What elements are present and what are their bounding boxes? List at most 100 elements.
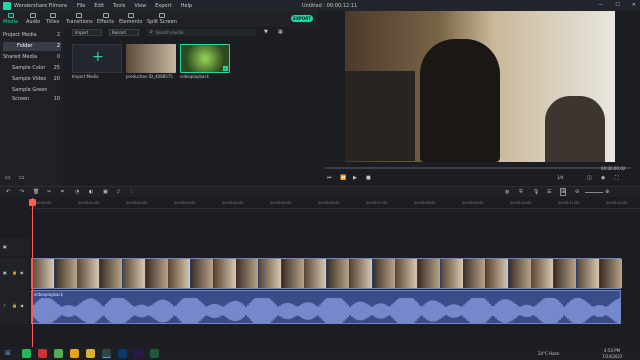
premiere-icon[interactable]	[134, 349, 143, 358]
video-frame-thumbnail	[168, 259, 191, 288]
audio-clip[interactable]: videoplayback	[31, 290, 621, 324]
fullscreen-icon[interactable]: ⛶	[615, 175, 619, 181]
snapshot-icon[interactable]: ◫	[587, 175, 592, 181]
ruler-tick-label: 00:00:07:00	[366, 201, 388, 205]
undo-icon[interactable]: ↶	[6, 189, 10, 195]
video-frame-thumbnail	[304, 259, 327, 288]
tab-titles[interactable]: Titles	[46, 13, 59, 25]
vlc-icon[interactable]	[70, 349, 79, 358]
tab-elements[interactable]: Elements	[119, 13, 142, 25]
delete-icon[interactable]: 🗑	[33, 189, 39, 195]
split-screen-icon	[158, 13, 165, 18]
record-dropdown[interactable]: Record	[109, 29, 139, 36]
split-icon[interactable]: ⫶	[131, 189, 132, 195]
cut-icon[interactable]: ✂	[47, 189, 51, 195]
maximize-icon[interactable]: ☐	[615, 2, 619, 8]
timeline-ruler[interactable]: 00:00:00:00 00:00:01:00 00:00:02:00 00:00:0…	[30, 199, 640, 209]
zoom-in-icon[interactable]: ⊕	[605, 189, 609, 195]
tab-split-screen[interactable]: Split Screen	[147, 13, 177, 25]
sidebar-item-folder[interactable]: Folder 2	[3, 42, 61, 51]
menu-item-view[interactable]: View	[134, 3, 146, 9]
video-track-icon: ▣	[3, 270, 7, 275]
video-frame-thumbnail	[236, 259, 259, 288]
tab-audio[interactable]: Audio	[26, 13, 40, 25]
minimize-icon[interactable]: —	[598, 2, 603, 8]
preview-scrubber[interactable]	[325, 167, 631, 169]
sidebar-item-project-media[interactable]: Project Media 2	[3, 31, 61, 40]
folder-icon[interactable]: ▭	[19, 174, 25, 181]
import-media-tile[interactable]: +	[72, 44, 122, 73]
step-back-icon[interactable]: ⏪	[340, 175, 346, 181]
lock-icon[interactable]: 🔒	[12, 303, 17, 308]
sidebar-item-sample-green-screen[interactable]: Sample Green Screen 10	[3, 86, 61, 102]
tab-effects[interactable]: Effects	[97, 13, 114, 25]
weather-text: 24°C Haze	[538, 351, 560, 356]
menu-item-tools[interactable]: Tools	[113, 3, 125, 9]
media-thumb-videoplayback[interactable]: ✓	[180, 44, 230, 73]
import-dropdown[interactable]: Import	[72, 29, 102, 36]
menu-item-export[interactable]: Export	[155, 3, 171, 9]
zoom-out-icon[interactable]: ⊖	[575, 189, 579, 195]
media-thumb-production[interactable]	[126, 44, 176, 73]
zoom-select[interactable]: 1/4	[557, 175, 563, 180]
chrome-icon[interactable]	[38, 349, 47, 358]
ruler-tick-label: 00:00:11:00	[558, 201, 580, 205]
project-title: Untitled : 00:00:12:11	[302, 3, 358, 9]
green-screen-icon[interactable]: ▣	[103, 189, 108, 195]
shield-icon[interactable]: ⛨	[519, 189, 523, 195]
mic-icon[interactable]: 🎙	[533, 189, 539, 195]
sidebar-item-shared-media[interactable]: Shared Media 0	[3, 53, 61, 62]
playhead[interactable]	[32, 198, 33, 348]
tab-media[interactable]: Media	[3, 13, 18, 25]
speaker-icon[interactable]: ◀	[20, 303, 23, 308]
windows-start-icon[interactable]: ⊞	[5, 349, 11, 357]
audio-icon[interactable]: ♪	[117, 189, 120, 195]
new-folder-icon[interactable]: ▭	[5, 174, 11, 181]
render-icon[interactable]: ◍	[505, 189, 509, 195]
ruler-tick-label: 00:00:08:00	[414, 201, 436, 205]
playhead-handle[interactable]	[29, 199, 36, 206]
filmora-taskbar-icon[interactable]	[102, 349, 111, 358]
menu-item-file[interactable]: File	[77, 3, 85, 9]
video-frame-thumbnail	[440, 259, 463, 288]
menu-bar: File Edit Tools View Export Help	[77, 3, 201, 9]
waveform-path	[32, 298, 620, 323]
preview-time: 00:00:00:02	[601, 166, 626, 171]
volume-icon[interactable]: ◉	[601, 175, 605, 181]
export-button[interactable]: EXPORT	[291, 15, 313, 22]
track-icon: ▣	[3, 244, 7, 249]
sidebar-item-sample-color[interactable]: Sample Color 25	[3, 64, 61, 73]
play-icon[interactable]: ▶	[353, 175, 357, 181]
grid-view-icon[interactable]: ▦	[278, 29, 283, 35]
speed-icon[interactable]: ◔	[75, 189, 79, 195]
skip-back-icon[interactable]: ⏮	[327, 175, 332, 181]
photoshop-icon[interactable]	[118, 349, 127, 358]
amp-stack	[345, 71, 415, 161]
track-header-video: ▣ 🔒 ◉	[0, 258, 29, 289]
menu-item-help[interactable]: Help	[181, 3, 192, 9]
tab-transitions[interactable]: Transitions	[66, 13, 93, 25]
menu-item-edit[interactable]: Edit	[94, 3, 104, 9]
color-icon[interactable]: ◐	[89, 189, 93, 195]
mixer-icon[interactable]: ☰	[547, 189, 551, 195]
snap-icon[interactable]: ⊞	[559, 188, 567, 196]
stop-icon[interactable]: ■	[366, 175, 371, 181]
video-frame-thumbnail	[145, 259, 168, 288]
eye-icon[interactable]: ◉	[20, 270, 24, 275]
search-input[interactable]: Search media	[147, 29, 257, 36]
media-sidebar: Project Media 2 Folder 2 Shared Media 0 Sam…	[0, 28, 63, 188]
zoom-slider[interactable]	[585, 192, 603, 193]
crop-icon[interactable]: ⌗	[61, 189, 64, 195]
sidebar-item-sample-video[interactable]: Sample Video 20	[3, 75, 61, 84]
redo-icon[interactable]: ↷	[20, 189, 24, 195]
filter-icon[interactable]: ▼	[264, 29, 268, 35]
file-explorer-icon[interactable]	[86, 349, 95, 358]
close-icon[interactable]: ✕	[632, 2, 636, 8]
search-taskbar-icon[interactable]	[22, 349, 31, 358]
video-clip[interactable]	[31, 258, 622, 289]
store-icon[interactable]	[54, 349, 63, 358]
window-controls: — ☐ ✕	[598, 2, 636, 8]
app-icon[interactable]	[150, 349, 159, 358]
media-tabs: Media Audio Titles Transitions Effects E…	[0, 11, 318, 27]
lock-icon[interactable]: 🔒	[12, 270, 17, 275]
